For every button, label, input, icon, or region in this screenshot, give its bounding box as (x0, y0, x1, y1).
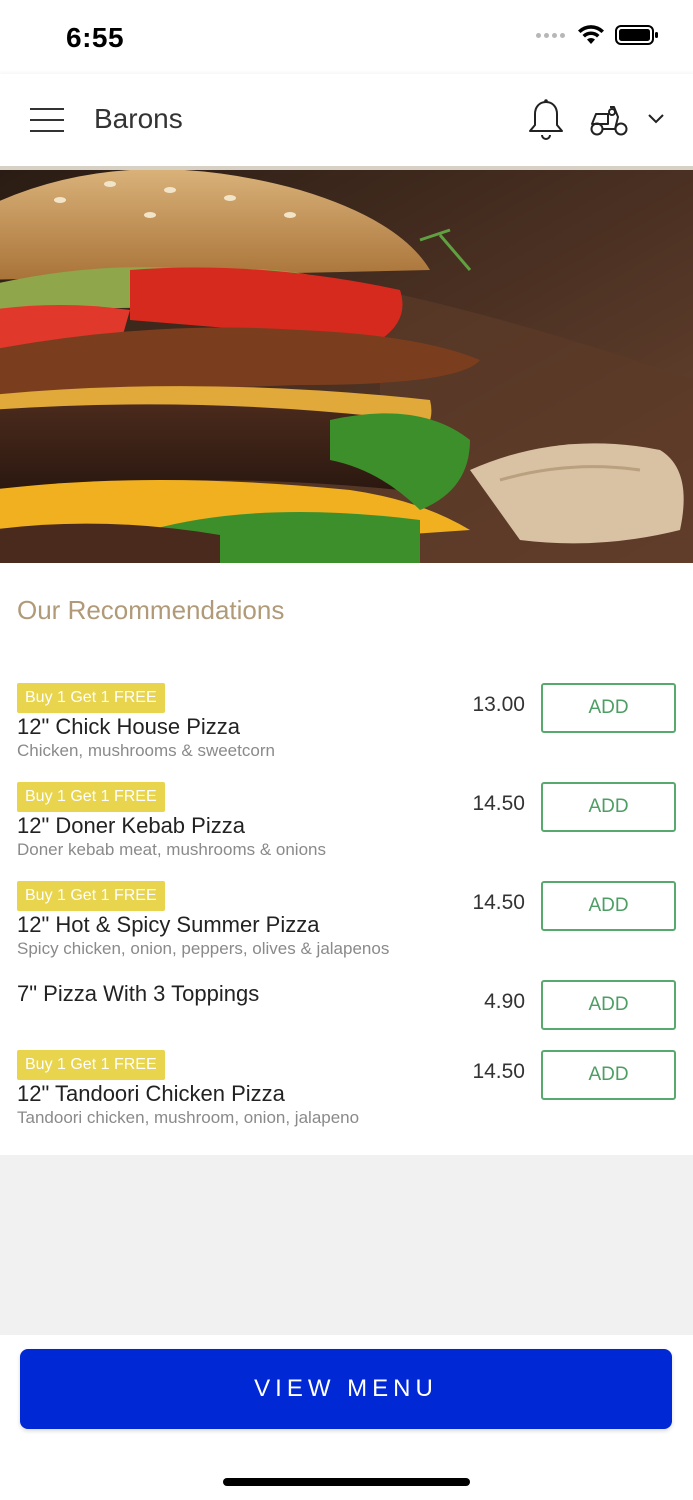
item-price: 14.50 (472, 792, 525, 815)
status-bar: 6:55 (0, 0, 693, 70)
chevron-down-icon[interactable] (646, 112, 666, 126)
wifi-icon (578, 25, 604, 44)
hero-burger-image (0, 170, 693, 563)
item-description: Doner kebab meat, mushrooms & onions (17, 840, 326, 859)
item-name: 12" Doner Kebab Pizza (17, 813, 245, 838)
status-icons (536, 24, 659, 46)
item-name: 7" Pizza With 3 Toppings (17, 981, 260, 1006)
bell-icon[interactable] (526, 98, 566, 142)
promo-badge: Buy 1 Get 1 FREE (17, 782, 165, 812)
item-description: Spicy chicken, onion, peppers, olives & … (17, 939, 390, 958)
add-button[interactable]: ADD (541, 683, 676, 733)
scooter-delivery-icon[interactable] (588, 102, 630, 138)
add-button[interactable]: ADD (541, 980, 676, 1030)
recommendations-heading: Our Recommendations (17, 595, 285, 625)
item-price: 4.90 (484, 990, 525, 1013)
item-price: 14.50 (472, 1060, 525, 1083)
item-price: 13.00 (472, 693, 525, 716)
item-description: Tandoori chicken, mushroom, onion, jalap… (17, 1108, 360, 1127)
empty-content-area (0, 1155, 693, 1335)
promo-badge: Buy 1 Get 1 FREE (17, 683, 165, 713)
list-item: Buy 1 Get 1 FREE 12" Tandoori Chicken Pi… (0, 1050, 693, 1130)
signal-icon (536, 32, 565, 38)
item-name: 12" Tandoori Chicken Pizza (17, 1081, 285, 1106)
item-price: 14.50 (472, 891, 525, 914)
battery-icon (615, 25, 658, 45)
home-indicator[interactable] (223, 1478, 470, 1486)
add-button[interactable]: ADD (541, 881, 676, 931)
list-item: Buy 1 Get 1 FREE 12" Doner Kebab Pizza D… (0, 782, 693, 862)
item-description: Chicken, mushrooms & sweetcorn (17, 741, 275, 760)
promo-badge: Buy 1 Get 1 FREE (17, 1050, 165, 1080)
view-menu-button[interactable]: VIEW MENU (20, 1349, 672, 1429)
hamburger-menu-icon[interactable] (30, 108, 64, 132)
list-item: Buy 1 Get 1 FREE 12" Hot & Spicy Summer … (0, 881, 693, 961)
add-button[interactable]: ADD (541, 1050, 676, 1100)
item-name: 12" Chick House Pizza (17, 714, 241, 739)
status-time: 6:55 (66, 22, 125, 53)
list-item: Buy 1 Get 1 FREE 12" Chick House Pizza C… (0, 683, 693, 763)
promo-badge: Buy 1 Get 1 FREE (17, 881, 165, 911)
app-header: Barons (0, 74, 693, 170)
restaurant-title: Barons (94, 103, 183, 134)
add-button[interactable]: ADD (541, 782, 676, 832)
item-name: 12" Hot & Spicy Summer Pizza (17, 912, 320, 937)
list-item: 7" Pizza With 3 Toppings 4.90 ADD (0, 980, 693, 1030)
